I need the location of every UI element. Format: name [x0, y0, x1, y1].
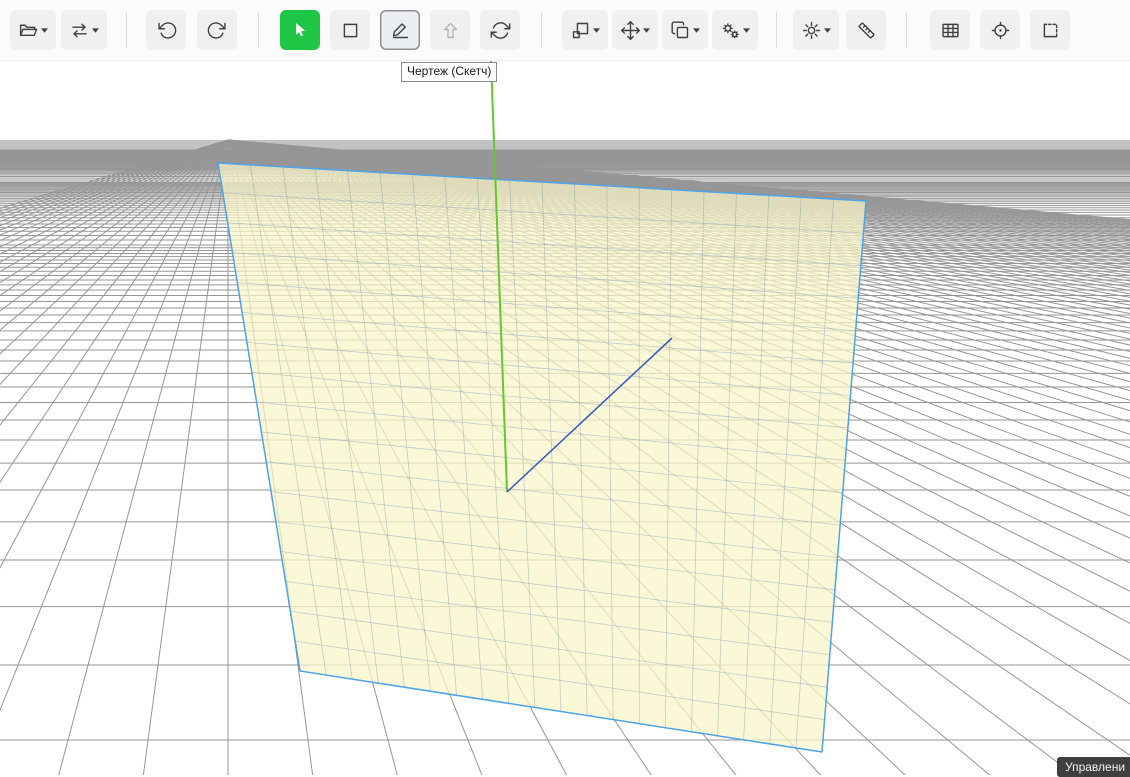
overlap-squares-icon — [570, 20, 591, 41]
caret-down-icon — [593, 28, 600, 33]
toolbar-separator — [126, 12, 127, 48]
dashed-square-icon — [1040, 20, 1061, 41]
measure-button[interactable] — [846, 10, 886, 50]
sketch-icon — [390, 20, 411, 41]
arrange-button[interactable] — [562, 10, 608, 50]
rectangle-tool-button[interactable] — [330, 10, 370, 50]
gears-icon — [720, 20, 741, 41]
toolbar-group-history — [146, 10, 237, 50]
caret-down-icon — [743, 28, 750, 33]
toolbar-separator — [541, 12, 542, 48]
folder-open-icon — [18, 20, 39, 41]
viewport-3d[interactable] — [0, 0, 1130, 775]
caret-down-icon — [41, 28, 48, 33]
undo-button[interactable] — [146, 10, 186, 50]
focus-origin-button[interactable] — [980, 10, 1020, 50]
caret-down-icon — [92, 28, 99, 33]
sketch-tool-button[interactable] — [380, 10, 420, 50]
selection-box-button[interactable] — [1030, 10, 1070, 50]
toolbar-group-tools — [280, 10, 520, 50]
toolbar-separator — [906, 12, 907, 48]
toolbar-separator — [776, 12, 777, 48]
operations-button[interactable] — [712, 10, 758, 50]
import-export-button[interactable] — [61, 10, 107, 50]
redo-button[interactable] — [197, 10, 237, 50]
caret-down-icon — [643, 28, 650, 33]
move-icon — [620, 20, 641, 41]
sketch-plane[interactable] — [218, 163, 866, 752]
horizon-band — [0, 140, 1130, 151]
ruler-icon — [856, 20, 877, 41]
sketch-tooltip: Чертеж (Скетч) — [401, 62, 497, 82]
undo-icon — [156, 20, 177, 41]
gear-icon — [801, 20, 822, 41]
caret-down-icon — [693, 28, 700, 33]
settings-button[interactable] — [793, 10, 839, 50]
rotate-tool-button[interactable] — [480, 10, 520, 50]
arrow-up-icon — [440, 20, 461, 41]
caret-down-icon — [824, 28, 831, 33]
toolbar-group-modify — [562, 10, 758, 50]
toolbar-group-settings — [793, 10, 886, 50]
view-controls-tooltip: Управлени — [1057, 757, 1130, 777]
toolbar-group-view — [930, 10, 1070, 50]
target-icon — [990, 20, 1011, 41]
table-icon — [940, 20, 961, 41]
duplicate-button[interactable] — [662, 10, 708, 50]
copy-icon — [670, 20, 691, 41]
open-project-button[interactable] — [10, 10, 56, 50]
swap-arrows-icon — [69, 20, 90, 41]
redo-icon — [207, 20, 228, 41]
toolbar-group-file — [10, 10, 107, 50]
select-tool-button[interactable] — [280, 10, 320, 50]
move-button[interactable] — [612, 10, 658, 50]
toolbar — [0, 0, 1130, 61]
refresh-icon — [490, 20, 511, 41]
toolbar-separator — [258, 12, 259, 48]
cursor-icon — [290, 20, 311, 41]
grid-view-button[interactable] — [930, 10, 970, 50]
extrude-tool-button[interactable] — [430, 10, 470, 50]
square-icon — [340, 20, 361, 41]
